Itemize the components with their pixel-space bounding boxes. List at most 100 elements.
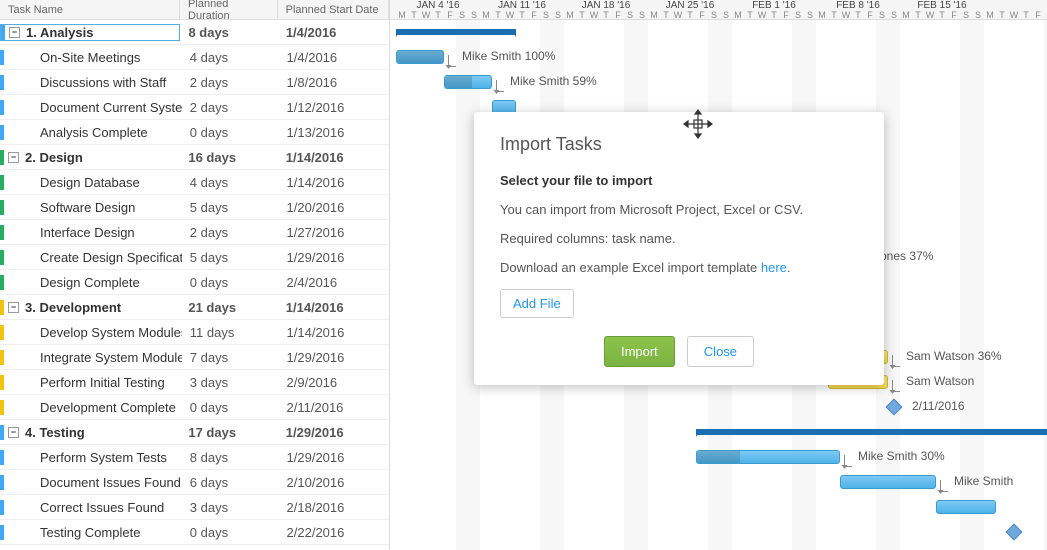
- start-date-cell[interactable]: 1/29/2016: [278, 425, 389, 440]
- task-row[interactable]: Interface Design2 days1/27/2016: [0, 220, 389, 245]
- milestone-diamond[interactable]: [1006, 524, 1023, 541]
- gantt-bar[interactable]: [840, 475, 936, 489]
- duration-cell[interactable]: 6 days: [182, 475, 279, 490]
- start-date-cell[interactable]: 1/4/2016: [278, 25, 389, 40]
- gantt-bar[interactable]: [696, 450, 840, 464]
- start-date-cell[interactable]: 2/11/2016: [279, 400, 389, 415]
- task-row[interactable]: Create Design Specification5 days1/29/20…: [0, 245, 389, 270]
- duration-cell[interactable]: 5 days: [182, 250, 279, 265]
- gantt-bar[interactable]: [396, 50, 444, 64]
- task-name-cell[interactable]: Correct Issues Found: [0, 500, 182, 515]
- duration-cell[interactable]: 7 days: [182, 350, 279, 365]
- duration-cell[interactable]: 4 days: [182, 175, 279, 190]
- task-name-cell[interactable]: Create Design Specification: [0, 250, 182, 265]
- task-row[interactable]: Design Complete0 days2/4/2016: [0, 270, 389, 295]
- task-row[interactable]: Perform System Tests8 days1/29/2016: [0, 445, 389, 470]
- duration-cell[interactable]: 0 days: [182, 400, 279, 415]
- summary-bar[interactable]: [696, 429, 1047, 435]
- start-date-cell[interactable]: 1/8/2016: [279, 75, 389, 90]
- add-file-button[interactable]: Add File: [500, 289, 574, 318]
- start-date-cell[interactable]: 1/29/2016: [279, 350, 389, 365]
- duration-cell[interactable]: 3 days: [182, 500, 279, 515]
- task-name-cell[interactable]: Interface Design: [0, 225, 182, 240]
- collapse-icon[interactable]: −: [9, 27, 20, 38]
- task-name-cell[interactable]: Develop System Modules: [0, 325, 182, 340]
- task-name-cell[interactable]: Analysis Complete: [0, 125, 182, 140]
- close-button[interactable]: Close: [687, 336, 754, 367]
- task-name-cell[interactable]: Integrate System Modules: [0, 350, 182, 365]
- start-date-cell[interactable]: 1/14/2016: [279, 175, 389, 190]
- task-name-cell[interactable]: Perform Initial Testing: [0, 375, 182, 390]
- duration-cell[interactable]: 11 days: [182, 325, 279, 340]
- task-name-cell[interactable]: Document Issues Found: [0, 475, 182, 490]
- start-date-cell[interactable]: 1/14/2016: [278, 300, 389, 315]
- task-row[interactable]: Discussions with Staff2 days1/8/2016: [0, 70, 389, 95]
- task-row[interactable]: Perform Initial Testing3 days2/9/2016: [0, 370, 389, 395]
- start-date-cell[interactable]: 1/13/2016: [279, 125, 389, 140]
- start-date-cell[interactable]: 1/14/2016: [279, 325, 389, 340]
- start-date-cell[interactable]: 1/27/2016: [279, 225, 389, 240]
- duration-cell[interactable]: 5 days: [182, 200, 279, 215]
- task-name-cell[interactable]: Perform System Tests: [0, 450, 182, 465]
- start-date-cell[interactable]: 2/9/2016: [279, 375, 389, 390]
- start-date-cell[interactable]: 2/22/2016: [279, 525, 389, 540]
- task-row[interactable]: −3. Development21 days1/14/2016: [0, 295, 389, 320]
- start-date-cell[interactable]: 1/14/2016: [278, 150, 389, 165]
- task-row[interactable]: Integrate System Modules7 days1/29/2016: [0, 345, 389, 370]
- import-button[interactable]: Import: [604, 336, 675, 367]
- task-name-cell[interactable]: −3. Development: [0, 300, 180, 315]
- task-name-cell[interactable]: Discussions with Staff: [0, 75, 182, 90]
- task-row[interactable]: −4. Testing17 days1/29/2016: [0, 420, 389, 445]
- duration-cell[interactable]: 16 days: [180, 150, 277, 165]
- duration-cell[interactable]: 8 days: [180, 25, 277, 40]
- duration-cell[interactable]: 2 days: [182, 225, 279, 240]
- task-name-cell[interactable]: −2. Design: [0, 150, 180, 165]
- template-link[interactable]: here: [761, 260, 787, 275]
- duration-cell[interactable]: 0 days: [182, 275, 279, 290]
- task-name-cell[interactable]: Development Complete: [0, 400, 182, 415]
- task-name-cell[interactable]: Testing Complete: [0, 525, 182, 540]
- task-name-cell[interactable]: Design Database: [0, 175, 182, 190]
- task-row[interactable]: Development Complete0 days2/11/2016: [0, 395, 389, 420]
- task-name-cell[interactable]: On-Site Meetings: [0, 50, 182, 65]
- duration-cell[interactable]: 0 days: [182, 125, 279, 140]
- start-date-cell[interactable]: 1/4/2016: [279, 50, 389, 65]
- start-date-cell[interactable]: 1/29/2016: [279, 250, 389, 265]
- task-row[interactable]: Document Current Systems2 days1/12/2016: [0, 95, 389, 120]
- duration-cell[interactable]: 17 days: [180, 425, 277, 440]
- duration-cell[interactable]: 0 days: [182, 525, 279, 540]
- duration-cell[interactable]: 4 days: [182, 50, 279, 65]
- task-row[interactable]: Develop System Modules11 days1/14/2016: [0, 320, 389, 345]
- task-row[interactable]: Correct Issues Found3 days2/18/2016: [0, 495, 389, 520]
- column-header-name[interactable]: Task Name: [0, 0, 180, 19]
- column-header-start[interactable]: Planned Start Date: [278, 0, 389, 19]
- task-name-cell[interactable]: −4. Testing: [0, 425, 180, 440]
- task-row[interactable]: Design Database4 days1/14/2016: [0, 170, 389, 195]
- task-row[interactable]: Software Design5 days1/20/2016: [0, 195, 389, 220]
- task-name-cell[interactable]: Design Complete: [0, 275, 182, 290]
- task-row[interactable]: Document Issues Found6 days2/10/2016: [0, 470, 389, 495]
- collapse-icon[interactable]: −: [8, 427, 19, 438]
- duration-cell[interactable]: 3 days: [182, 375, 279, 390]
- collapse-icon[interactable]: −: [8, 152, 19, 163]
- task-name-cell[interactable]: Document Current Systems: [0, 100, 182, 115]
- gantt-bar[interactable]: [936, 500, 996, 514]
- column-header-duration[interactable]: Planned Duration: [180, 0, 278, 19]
- duration-cell[interactable]: 2 days: [182, 75, 279, 90]
- start-date-cell[interactable]: 2/4/2016: [279, 275, 389, 290]
- duration-cell[interactable]: 21 days: [180, 300, 277, 315]
- task-row[interactable]: On-Site Meetings4 days1/4/2016: [0, 45, 389, 70]
- collapse-icon[interactable]: −: [8, 302, 19, 313]
- task-row[interactable]: −1. Analysis8 days1/4/2016: [0, 20, 389, 45]
- task-row[interactable]: Testing Complete0 days2/22/2016: [0, 520, 389, 545]
- start-date-cell[interactable]: 2/18/2016: [279, 500, 389, 515]
- task-row[interactable]: Analysis Complete0 days1/13/2016: [0, 120, 389, 145]
- duration-cell[interactable]: 2 days: [182, 100, 279, 115]
- task-name-cell[interactable]: Software Design: [0, 200, 182, 215]
- start-date-cell[interactable]: 1/20/2016: [279, 200, 389, 215]
- task-row[interactable]: −2. Design16 days1/14/2016: [0, 145, 389, 170]
- duration-cell[interactable]: 8 days: [182, 450, 279, 465]
- task-name-cell[interactable]: −1. Analysis: [0, 24, 180, 41]
- start-date-cell[interactable]: 2/10/2016: [279, 475, 389, 490]
- gantt-bar[interactable]: [444, 75, 492, 89]
